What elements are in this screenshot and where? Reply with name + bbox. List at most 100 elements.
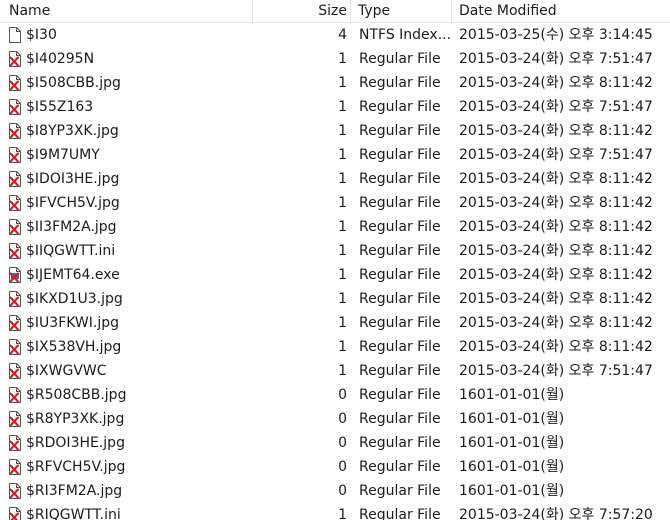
file-name: $IX538VH.jpg — [26, 339, 122, 355]
file-date-modified: 1601-01-01(월) — [459, 411, 565, 427]
table-row[interactable]: $RDOI3HE.jpg 0 Regular File 1601-01-01(월) — [0, 431, 670, 455]
table-row[interactable]: $I8YP3XK.jpg 1 Regular File 2015-03-24(화) 오… — [0, 119, 670, 143]
table-row[interactable]: $RIQGWTT.ini 1 Regular File 2015-03-24(화) 오… — [0, 503, 670, 520]
deleted-file-icon — [8, 291, 22, 307]
file-type: Regular File — [359, 123, 441, 139]
deleted-file-icon — [8, 147, 22, 163]
file-type: Regular File — [359, 51, 441, 67]
table-row[interactable]: $RFVCH5V.jpg 0 Regular File 1601-01-01(월) — [0, 455, 670, 479]
table-row[interactable]: $I40295N 1 Regular File 2015-03-24(화) 오후 7:… — [0, 47, 670, 71]
column-header-type[interactable]: Type — [350, 0, 451, 22]
file-name: $IXWGVWC — [26, 363, 107, 379]
file-type: Regular File — [359, 267, 441, 283]
deleted-file-icon — [8, 411, 22, 427]
file-type: Regular File — [359, 315, 441, 331]
file-date-modified: 2015-03-24(화) 오후 8:11:42 — [459, 291, 653, 307]
deleted-file-icon — [8, 483, 22, 499]
file-date-modified: 2015-03-25(수) 오후 3:14:45 — [459, 27, 653, 43]
column-header-size[interactable]: Size — [252, 0, 350, 22]
file-size: 1 — [338, 291, 347, 307]
table-row[interactable]: $I30 4 NTFS Index... 2015-03-25(수) 오후 3:14:… — [0, 23, 670, 47]
file-type: Regular File — [359, 507, 441, 520]
file-type: Regular File — [359, 219, 441, 235]
file-date-modified: 1601-01-01(월) — [459, 459, 565, 475]
file-name: $RIQGWTT.ini — [26, 507, 121, 520]
table-row[interactable]: $IXWGVWC 1 Regular File 2015-03-24(화) 오후 7:… — [0, 359, 670, 383]
deleted-file-icon — [8, 243, 22, 259]
file-name: $RI3FM2A.jpg — [26, 483, 123, 499]
deleted-file-icon — [8, 459, 22, 475]
file-size: 1 — [338, 195, 347, 211]
file-list-view[interactable]: Name Size Type Date Modified $I30 4 NTFS I… — [0, 0, 670, 520]
table-row[interactable]: $R8YP3XK.jpg 0 Regular File 1601-01-01(월) — [0, 407, 670, 431]
file-date-modified: 2015-03-24(화) 오후 8:11:42 — [459, 219, 653, 235]
file-type: Regular File — [359, 483, 441, 499]
table-row[interactable]: $IKXD1U3.jpg 1 Regular File 2015-03-24(화) 오… — [0, 287, 670, 311]
file-name: $I9M7UMY — [26, 147, 100, 163]
file-size: 1 — [338, 219, 347, 235]
table-row[interactable]: $I508CBB.jpg 1 Regular File 2015-03-24(화) 오… — [0, 71, 670, 95]
table-row[interactable]: $IX538VH.jpg 1 Regular File 2015-03-24(화) 오… — [0, 335, 670, 359]
file-type: Regular File — [359, 171, 441, 187]
file-size: 1 — [338, 171, 347, 187]
file-date-modified: 1601-01-01(월) — [459, 483, 565, 499]
deleted-file-icon — [8, 387, 22, 403]
file-size: 1 — [338, 147, 347, 163]
file-size: 1 — [338, 507, 347, 520]
file-size: 1 — [338, 267, 347, 283]
table-row[interactable]: $IU3FKWI.jpg 1 Regular File 2015-03-24(화) 오… — [0, 311, 670, 335]
file-type: Regular File — [359, 291, 441, 307]
file-date-modified: 2015-03-24(화) 오후 7:51:47 — [459, 147, 653, 163]
table-row[interactable]: $I55Z163 1 Regular File 2015-03-24(화) 오후 7:… — [0, 95, 670, 119]
deleted-file-icon — [8, 123, 22, 139]
file-date-modified: 2015-03-24(화) 오후 7:51:47 — [459, 99, 653, 115]
file-name: $IJEMT64.exe — [26, 267, 120, 283]
file-size: 0 — [338, 459, 347, 475]
table-row[interactable]: $IDOI3HE.jpg 1 Regular File 2015-03-24(화) 오… — [0, 167, 670, 191]
column-header-bar: Name Size Type Date Modified — [0, 0, 670, 23]
file-size: 1 — [338, 363, 347, 379]
file-size: 0 — [338, 483, 347, 499]
deleted-file-icon — [8, 219, 22, 235]
file-name: $IU3FKWI.jpg — [26, 315, 120, 331]
file-name: $IKXD1U3.jpg — [26, 291, 123, 307]
file-date-modified: 2015-03-24(화) 오후 8:11:42 — [459, 339, 653, 355]
table-row[interactable]: $RI3FM2A.jpg 0 Regular File 1601-01-01(월) — [0, 479, 670, 503]
file-size: 4 — [338, 27, 347, 43]
table-row[interactable]: $IFVCH5V.jpg 1 Regular File 2015-03-24(화) 오… — [0, 191, 670, 215]
table-row[interactable]: $I9M7UMY 1 Regular File 2015-03-24(화) 오후 7:… — [0, 143, 670, 167]
file-type: Regular File — [359, 387, 441, 403]
file-type: Regular File — [359, 459, 441, 475]
file-size: 0 — [338, 387, 347, 403]
file-name: $I8YP3XK.jpg — [26, 123, 119, 139]
table-row[interactable]: $II3FM2A.jpg 1 Regular File 2015-03-24(화) 오… — [0, 215, 670, 239]
column-header-date-modified[interactable]: Date Modified — [451, 0, 670, 22]
file-type: Regular File — [359, 99, 441, 115]
deleted-file-icon — [8, 507, 22, 520]
file-name: $II3FM2A.jpg — [26, 219, 117, 235]
file-date-modified: 2015-03-24(화) 오후 8:11:42 — [459, 315, 653, 331]
file-name: $RFVCH5V.jpg — [26, 459, 126, 475]
file-type: Regular File — [359, 339, 441, 355]
file-name: $I508CBB.jpg — [26, 75, 121, 91]
column-header-name[interactable]: Name — [0, 0, 252, 22]
file-name: $IFVCH5V.jpg — [26, 195, 120, 211]
file-type: Regular File — [359, 411, 441, 427]
file-name: $I55Z163 — [26, 99, 94, 115]
file-date-modified: 2015-03-24(화) 오후 7:57:20 — [459, 507, 653, 520]
deleted-file-icon — [8, 99, 22, 115]
file-date-modified: 2015-03-24(화) 오후 8:11:42 — [459, 195, 653, 211]
table-row[interactable]: $IJEMT64.exe 1 Regular File 2015-03-24(화) 오… — [0, 263, 670, 287]
file-name: $I30 — [26, 27, 57, 43]
file-size: 1 — [338, 51, 347, 67]
deleted-file-icon — [8, 75, 22, 91]
table-row[interactable]: $R508CBB.jpg 0 Regular File 1601-01-01(월) — [0, 383, 670, 407]
file-size: 0 — [338, 411, 347, 427]
file-type: NTFS Index... — [359, 27, 451, 43]
file-date-modified: 2015-03-24(화) 오후 7:51:47 — [459, 51, 653, 67]
file-size: 0 — [338, 435, 347, 451]
deleted-exe-icon — [8, 267, 22, 283]
file-date-modified: 2015-03-24(화) 오후 8:11:42 — [459, 171, 653, 187]
table-row[interactable]: $IIQGWTT.ini 1 Regular File 2015-03-24(화) 오… — [0, 239, 670, 263]
file-type: Regular File — [359, 243, 441, 259]
